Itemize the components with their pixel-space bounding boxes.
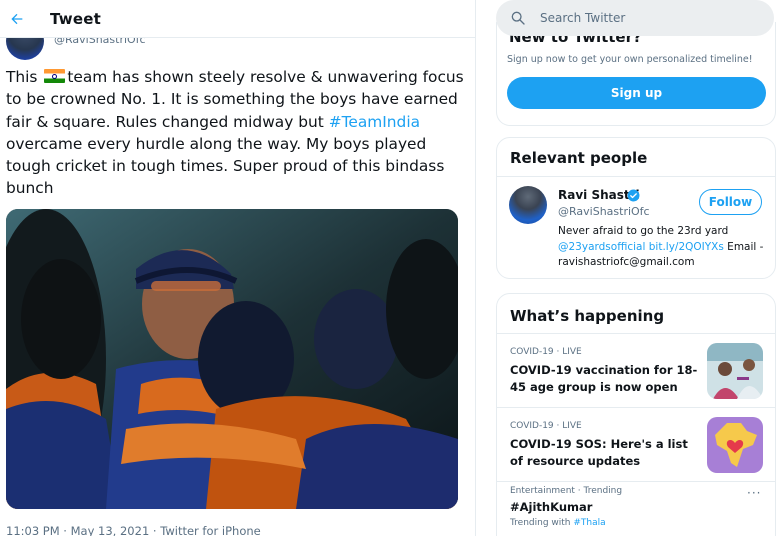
search-icon <box>511 11 525 25</box>
trending-with: Trending with #Thala <box>510 518 606 528</box>
signup-button[interactable]: Sign up <box>507 77 766 109</box>
right-sidebar: New to Twitter? Sign up now to get your … <box>496 0 778 536</box>
trend-item[interactable]: COVID-19 · LIVE COVID-19 SOS: Here's a l… <box>497 407 775 481</box>
tweet-column: Tweet @RaviShastriOfc This team has show… <box>0 0 476 536</box>
trend-item[interactable]: COVID-19 · LIVE COVID-19 vaccination for… <box>497 333 775 407</box>
trend-title: COVID-19 vaccination for 18-45 age group… <box>510 363 698 394</box>
trend-thumbnail <box>707 343 763 399</box>
trend-category: COVID-19 · LIVE <box>510 421 582 431</box>
india-map-heart-icon <box>707 417 763 473</box>
india-flag-icon <box>44 69 66 83</box>
arrow-left-icon <box>11 13 23 24</box>
trend-title: COVID-19 SOS: Here's a list of resource … <box>510 437 688 468</box>
trending-with-hashtag[interactable]: #Thala <box>573 518 605 528</box>
trend-category: Entertainment · Trending <box>510 486 623 496</box>
relevant-people-card: Relevant people Ravi Shastri @RaviShastr… <box>496 137 776 279</box>
tweet-text: This team has shown steely resolve & unw… <box>6 66 468 200</box>
page-title: Tweet <box>50 9 101 28</box>
trending-with-label: Trending with <box>510 518 574 528</box>
avatar[interactable] <box>509 186 547 224</box>
tweet-timestamp[interactable]: 11:03 PM · May 13, 2021 · Twitter for iP… <box>6 524 261 536</box>
relevant-people-title: Relevant people <box>510 149 648 167</box>
search-input[interactable] <box>540 11 750 25</box>
trend-category: COVID-19 · LIVE <box>510 347 582 357</box>
tweet-text-part: overcame every hurdle along the way. My … <box>6 134 445 198</box>
team-huddle-photo <box>6 209 458 509</box>
vaccination-photo <box>707 343 763 399</box>
more-options-icon[interactable]: ··· <box>747 486 761 500</box>
back-button[interactable] <box>0 0 34 38</box>
trend-item[interactable]: Entertainment · Trending ··· #AjithKumar… <box>497 481 775 536</box>
bio-mention-link[interactable]: @23yardsofficial <box>558 241 645 253</box>
trend-thumbnail <box>707 417 763 473</box>
bio-url-link[interactable]: bit.ly/2QOIYXs <box>649 241 724 253</box>
whats-happening-card: What’s happening COVID-19 · LIVE COVID-1… <box>496 293 776 536</box>
tweet-text-part: This <box>6 68 43 86</box>
verified-badge-icon <box>627 189 640 202</box>
follow-button[interactable]: Follow <box>699 189 762 215</box>
tweet-photo[interactable] <box>6 209 458 509</box>
bio-text: Never afraid to go the 23rd yard <box>558 225 729 237</box>
new-to-twitter-card: New to Twitter? Sign up now to get your … <box>496 22 776 126</box>
divider <box>497 176 775 177</box>
trend-title: #AjithKumar <box>510 500 593 514</box>
hashtag-link[interactable]: #TeamIndia <box>329 113 420 131</box>
search-bar[interactable] <box>496 0 774 36</box>
person-handle[interactable]: @RaviShastriOfc <box>558 205 650 218</box>
person-bio: Never afraid to go the 23rd yard @23yard… <box>558 224 768 271</box>
new-to-twitter-subtitle: Sign up now to get your own personalized… <box>507 54 753 65</box>
whats-happening-title: What’s happening <box>510 307 665 325</box>
page-header: Tweet <box>0 0 475 38</box>
